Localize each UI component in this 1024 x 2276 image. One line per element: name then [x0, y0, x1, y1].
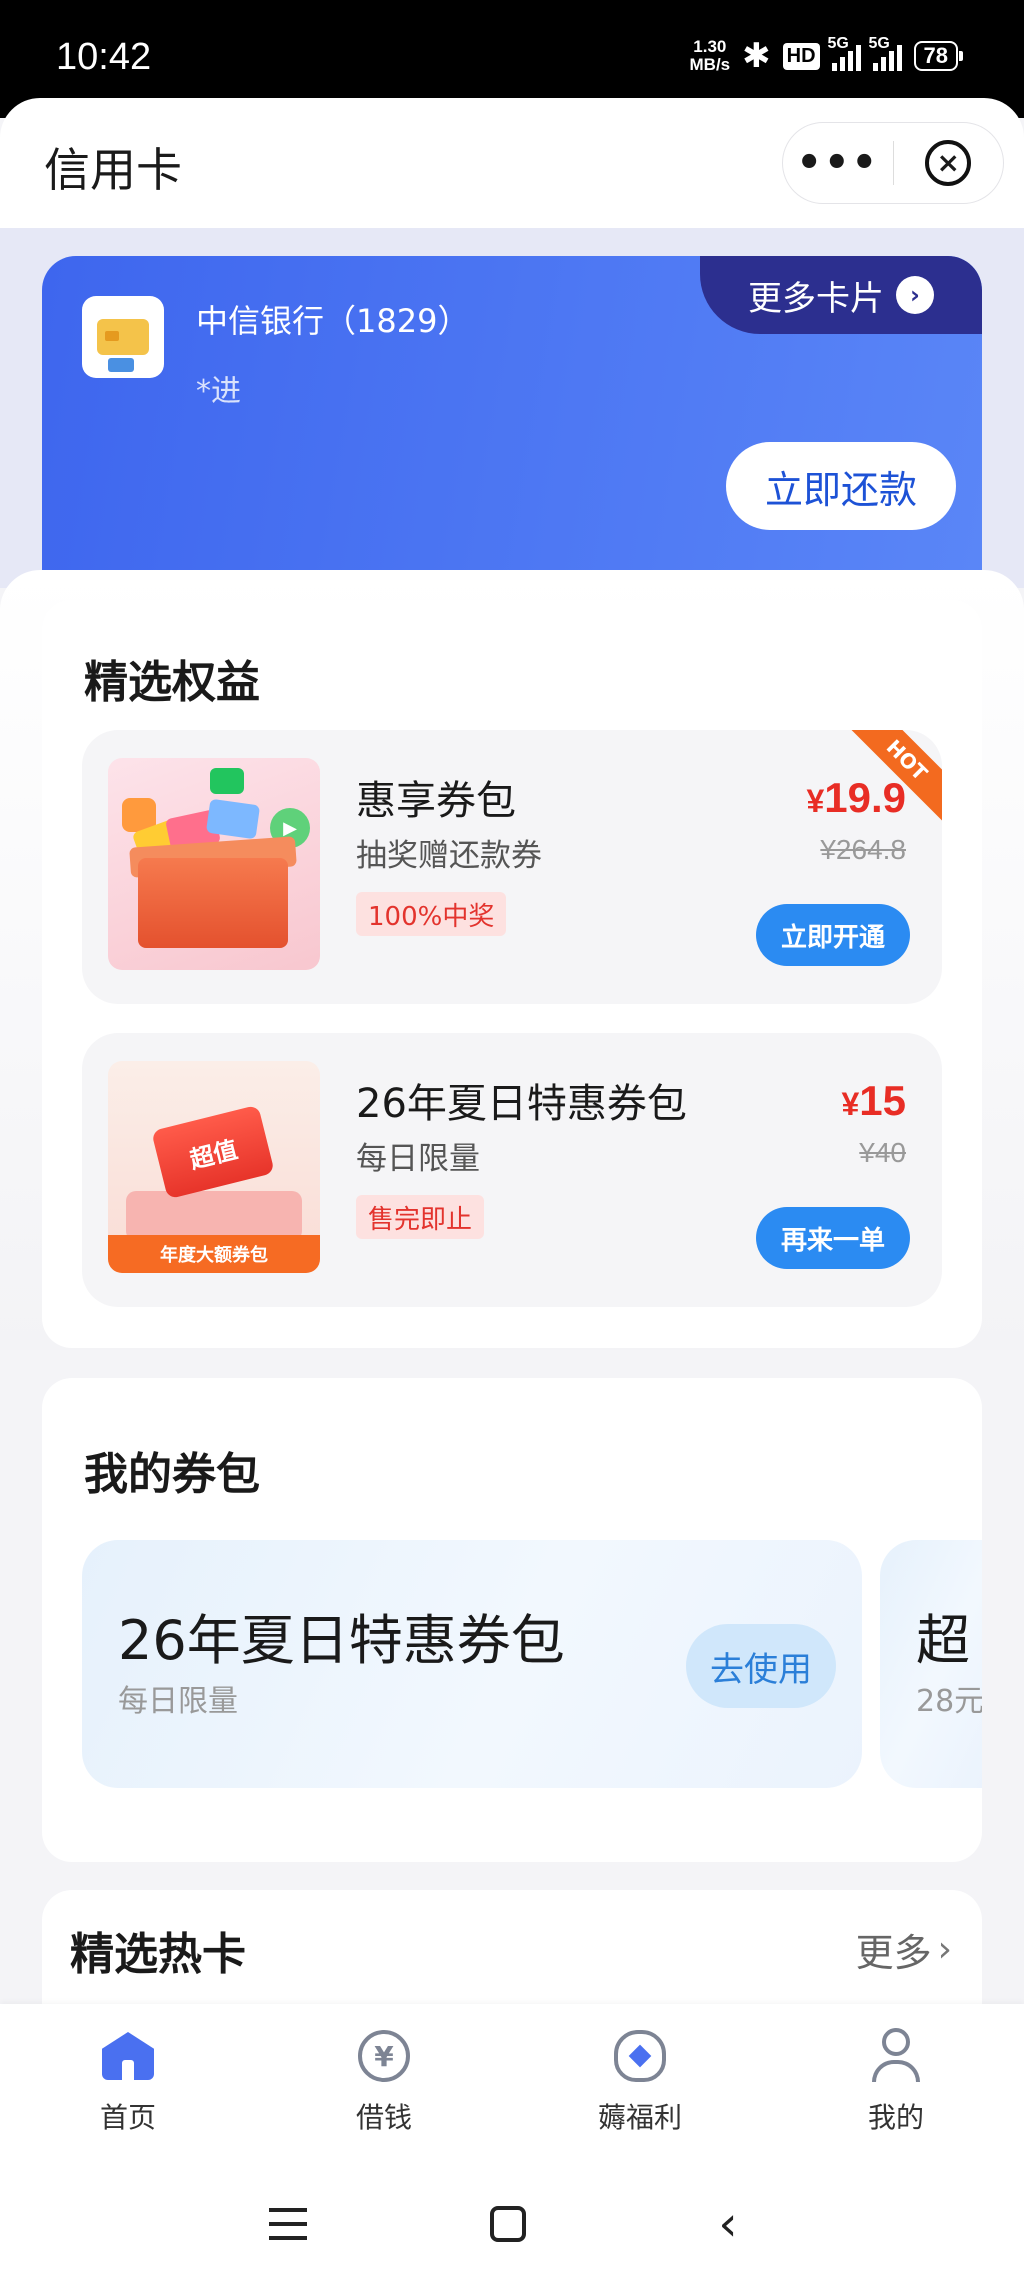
home-button[interactable]: [478, 2194, 538, 2254]
tab-profile[interactable]: 我的: [768, 2004, 1024, 2164]
thumb-badge: 超值: [151, 1104, 275, 1200]
battery-icon: 78: [913, 41, 964, 71]
signal-icon: 5G: [828, 35, 861, 71]
profile-icon: [866, 2026, 926, 2086]
use-coupon-button[interactable]: 去使用: [686, 1624, 836, 1708]
sim2-label: 5G: [868, 35, 890, 52]
my-coupons-title: 我的券包: [84, 1449, 260, 1500]
currency-symbol: ¥: [806, 783, 825, 819]
activate-now-button[interactable]: 立即开通: [756, 904, 910, 966]
system-nav-bar: ‹: [0, 2164, 1024, 2276]
coupon-pack-image: ▶: [108, 758, 320, 970]
offer-price: ¥15: [841, 1077, 906, 1125]
coupon-item[interactable]: 超 28元: [880, 1540, 982, 1788]
recent-apps-button[interactable]: [258, 2194, 318, 2254]
bank-card: 更多卡片 › 中信银行（1829） *进 立即还款: [42, 256, 982, 586]
chevron-right-icon: ›: [896, 276, 934, 314]
coupon-name: 超: [916, 1609, 970, 1672]
money-bag-icon: [610, 2026, 670, 2086]
offer-subtitle: 抽奖赠还款券: [356, 838, 542, 874]
signal-icon: 5G: [869, 35, 902, 71]
offer-price: ¥19.9: [806, 774, 906, 822]
coupon-item[interactable]: 26年夏日特惠券包 每日限量 去使用: [82, 1540, 862, 1788]
price-value: 19.9: [824, 774, 906, 821]
card-holder: *进: [196, 374, 241, 409]
menu-icon: [269, 2208, 307, 2240]
coupon-subtitle: 每日限量: [118, 1684, 238, 1719]
bank-logo-icon: [82, 296, 164, 378]
tab-label: 首页: [99, 2101, 156, 2134]
tab-borrow[interactable]: ¥ 借钱: [256, 2004, 512, 2164]
offer-card[interactable]: ▶ 惠享券包 抽奖赠还款券 100%中奖 ¥19.9 ¥264.8 立即开通 H…: [82, 730, 942, 1004]
close-icon: ×: [925, 140, 972, 186]
more-label: 更多: [855, 1931, 932, 1975]
close-button[interactable]: ×: [894, 140, 1004, 186]
status-icons: 1.30 MB/s ✱ HD 5G 5G 78: [690, 35, 964, 76]
square-icon: [490, 2206, 526, 2242]
tab-perks[interactable]: 薅福利: [512, 2004, 768, 2164]
coupon-subtitle: 28元: [916, 1684, 982, 1719]
mini-program-capsule: ••• ×: [782, 122, 1004, 204]
offer-subtitle: 每日限量: [356, 1141, 480, 1177]
home-icon: [98, 2026, 158, 2086]
tab-home[interactable]: 首页: [0, 2004, 256, 2164]
tab-label: 我的: [867, 2101, 924, 2134]
thumb-caption: 年度大额券包: [108, 1235, 320, 1273]
chevron-right-icon: ›: [937, 1929, 952, 1970]
page-title: 信用卡: [44, 143, 182, 197]
tab-label: 借钱: [355, 2101, 412, 2134]
order-again-button[interactable]: 再来一单: [756, 1207, 910, 1269]
title-bar: 信用卡 ••• ×: [0, 98, 1024, 230]
network-speed-value: 1.30: [693, 37, 727, 56]
back-arrow-icon: ‹: [718, 2196, 738, 2252]
offer-card[interactable]: 超值 年度大额券包 26年夏日特惠券包 每日限量 售完即止 ¥15 ¥40 再来…: [82, 1033, 942, 1307]
offer-name: 26年夏日特惠券包: [356, 1081, 687, 1127]
hot-cards-title: 精选热卡: [70, 1929, 246, 1980]
hd-icon: HD: [782, 42, 820, 70]
more-cards-label: 更多卡片: [748, 278, 884, 319]
bluetooth-icon: ✱: [742, 37, 771, 75]
bottom-tab-bar: 首页 ¥ 借钱 薅福利 我的: [0, 2004, 1024, 2164]
benefits-title: 精选权益: [84, 657, 260, 708]
offer-tag: 售完即止: [356, 1195, 485, 1239]
network-speed-unit: MB/s: [689, 55, 731, 74]
currency-symbol: ¥: [841, 1086, 860, 1122]
more-options-button[interactable]: •••: [783, 143, 893, 183]
repay-now-button[interactable]: 立即还款: [726, 442, 956, 530]
offer-tag: 100%中奖: [356, 892, 507, 936]
hot-cards-more-link[interactable]: 更多 ›: [856, 1922, 952, 1977]
offer-original-price: ¥40: [859, 1137, 906, 1168]
network-speed: 1.30 MB/s: [690, 38, 731, 74]
bank-name: 中信银行（1829）: [196, 302, 470, 340]
yuan-coin-icon: ¥: [354, 2026, 414, 2086]
sim1-label: 5G: [827, 35, 849, 52]
tab-label: 薅福利: [597, 2101, 682, 2134]
back-button[interactable]: ‹: [698, 2194, 758, 2254]
offer-original-price: ¥264.8: [820, 834, 906, 865]
coupon-name: 26年夏日特惠券包: [118, 1609, 565, 1672]
price-value: 15: [859, 1077, 906, 1124]
offer-name: 惠享券包: [356, 778, 516, 824]
more-cards-button[interactable]: 更多卡片 ›: [700, 256, 982, 334]
status-time: 10:42: [56, 36, 152, 78]
coupon-pack-image: 超值 年度大额券包: [108, 1061, 320, 1273]
